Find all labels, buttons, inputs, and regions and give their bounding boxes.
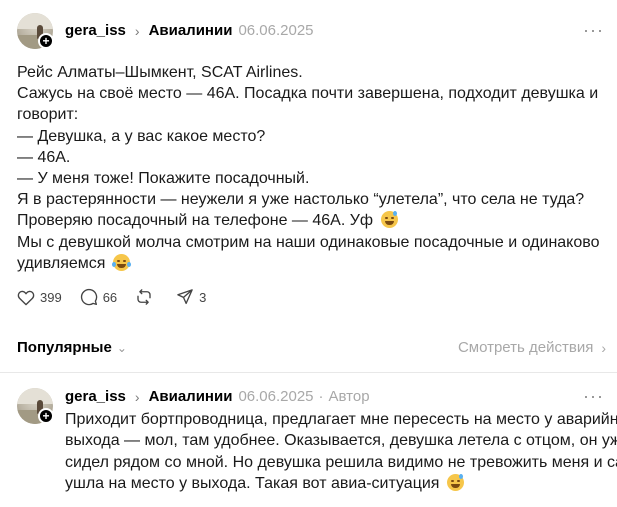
post-line: — У меня тоже! Покажите посадочный. [17, 170, 310, 188]
comment-author-name[interactable]: gera_iss [65, 388, 126, 405]
comment-text: Приходит бортпроводница, предлагает мне … [65, 409, 617, 495]
post-date: 06.06.2025 [238, 22, 314, 39]
sweat-smile-emoji-icon [446, 474, 464, 492]
chevron-right-icon: › [601, 339, 606, 356]
comment-line: Приходит бортпроводница, предлагает мне … [65, 411, 617, 428]
share-button[interactable]: 3 [176, 288, 206, 306]
post-line: — Девушка, а у вас какое место? [17, 127, 266, 145]
comment-date: 06.06.2025 [238, 388, 314, 405]
comment-line: сидел рядом со мной. Но девушка решила в… [65, 453, 617, 471]
post-topic-link[interactable]: Авиалинии [149, 22, 233, 39]
see-actions-label: Смотреть действия [457, 339, 594, 356]
post-line-with-emoji: Проверяю посадочный на телефоне — 46А. У… [17, 210, 597, 231]
post-header: gera_iss › Авиалинии 06.06.2025 [65, 22, 314, 39]
divider [0, 372, 617, 373]
like-count: 399 [40, 289, 62, 305]
post-line: Я в растерянности — неужели я уже настол… [17, 191, 585, 209]
comment-line: ушла на место у выхода. Такая вот авиа-с… [65, 475, 440, 493]
comment-more-icon[interactable]: ··· [583, 386, 604, 407]
see-actions-link[interactable]: Смотреть действия › [458, 339, 606, 356]
follow-plus-icon[interactable]: + [38, 33, 54, 49]
comment-topic-link[interactable]: Авиалинии [149, 388, 233, 405]
post-line: Мы с девушкой молча смотрим на наши один… [17, 233, 600, 251]
chevron-right-icon: › [134, 388, 140, 405]
heart-icon [17, 290, 35, 305]
comment-line: выхода — мол, там удобнее. Оказывается, … [65, 432, 617, 450]
comment-header: gera_iss › Авиалинии 06.06.2025 · Автор [65, 388, 370, 405]
post-line-with-emoji: удивляемся [17, 253, 597, 274]
comment-count: 66 [102, 289, 118, 305]
share-count: 3 [199, 289, 207, 305]
post-author-name[interactable]: gera_iss [65, 22, 126, 39]
chevron-down-icon: ⌄ [116, 340, 127, 355]
comment-bubble-icon [80, 288, 97, 306]
post-line: Рейс Алматы–Шымкент, SCAT Airlines. [17, 64, 303, 81]
separator-dot: · [318, 388, 324, 405]
post-more-icon[interactable]: ··· [583, 20, 604, 41]
sort-label: Популярные [17, 339, 112, 356]
post-line: — 46А. [17, 148, 71, 166]
post-line: Проверяю посадочный на телефоне — 46А. У… [17, 212, 374, 230]
like-button[interactable]: 399 [17, 289, 62, 306]
post-line: удивляемся [17, 254, 106, 272]
sort-popular-dropdown[interactable]: Популярные ⌄ [17, 339, 127, 356]
post-line: Сажусь на своё место — 46А. Посадка почт… [17, 85, 599, 103]
comment-line-with-emoji: ушла на место у выхода. Такая вот авиа-с… [65, 473, 605, 494]
sweat-smile-emoji-icon [380, 211, 398, 229]
post-actions-bar: 399 66 3 [17, 288, 224, 306]
send-icon [177, 289, 193, 305]
repost-button[interactable] [135, 288, 158, 306]
tears-of-joy-emoji-icon [111, 253, 131, 271]
post-line: говорит: [17, 106, 79, 124]
chevron-right-icon: › [134, 22, 140, 39]
follow-plus-icon[interactable]: + [38, 408, 54, 424]
comment-button[interactable]: 66 [80, 288, 117, 306]
post-text: Рейс Алматы–Шымкент, SCAT Airlines. Сажу… [17, 62, 600, 274]
repost-icon [137, 289, 151, 305]
author-badge: Автор [328, 388, 370, 405]
